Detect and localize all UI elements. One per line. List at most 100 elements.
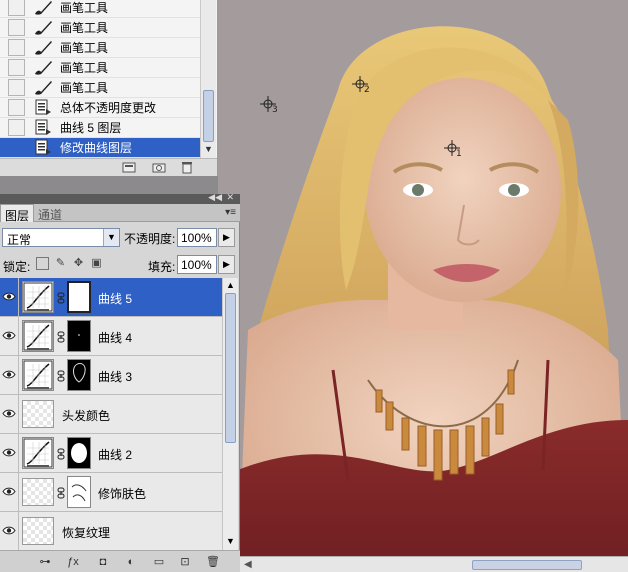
panel-titlebar[interactable]: ◀◀ ✕ [0, 192, 240, 204]
scroll-down-icon[interactable]: ▼ [204, 144, 213, 154]
history-state[interactable]: 画笔工具 [0, 18, 200, 38]
layers-scrollbar[interactable]: ▲ ▼ [222, 278, 238, 550]
layer-name[interactable]: 曲线 4 [98, 329, 132, 346]
history-state[interactable]: 画笔工具 [0, 38, 200, 58]
layer-row[interactable]: 头发颜色 [0, 395, 222, 434]
history-source-checkbox[interactable] [8, 99, 25, 116]
layer-name[interactable]: 修饰肤色 [98, 485, 146, 502]
mask-link-icon[interactable] [57, 448, 65, 460]
visibility-eye-icon[interactable] [2, 291, 16, 302]
layer-name[interactable]: 头发颜色 [62, 407, 110, 424]
tab-channels[interactable]: 通道 [34, 204, 66, 222]
layer-row[interactable]: 修饰肤色 [0, 473, 222, 512]
history-source-checkbox[interactable] [8, 119, 25, 136]
color-sampler-1[interactable]: 1 [444, 140, 462, 159]
curves-adjustment-thumbnail[interactable] [22, 359, 54, 391]
scroll-down-icon[interactable]: ▼ [226, 536, 235, 546]
layer-thumbnail[interactable] [22, 400, 54, 428]
visibility-eye-icon[interactable] [2, 447, 16, 458]
history-state[interactable]: 画笔工具 [0, 58, 200, 78]
fill-slider-icon[interactable]: ▶ [218, 255, 235, 274]
blend-mode-select[interactable]: 正常 ▼ [2, 228, 120, 247]
history-state[interactable]: 总体不透明度更改 [0, 98, 200, 118]
lock-pixels-brush-icon[interactable]: ✎ [54, 257, 67, 270]
history-state[interactable]: 修改曲线图层 [0, 138, 200, 158]
layer-row[interactable]: 曲线 4 [0, 317, 222, 356]
add-mask-icon[interactable]: ◘ [94, 555, 112, 569]
fx-icon[interactable]: ƒx [64, 555, 82, 569]
history-state[interactable]: 画笔工具 [0, 0, 200, 18]
scroll-left-icon[interactable]: ◀ [244, 559, 252, 570]
layer-mask-thumbnail[interactable] [67, 359, 91, 391]
new-snapshot-icon[interactable] [152, 161, 166, 174]
new-layer-icon[interactable]: ⊡ [176, 555, 194, 569]
history-state[interactable]: 曲线 5 图层 [0, 118, 200, 138]
opacity-field[interactable]: 100% [177, 228, 217, 247]
curves-adjustment-thumbnail[interactable] [22, 281, 54, 313]
curves-adjustment-thumbnail[interactable] [22, 437, 54, 469]
history-source-checkbox[interactable] [8, 59, 25, 76]
color-sampler-3[interactable]: 3 [260, 96, 278, 115]
layer-thumbnail[interactable] [22, 478, 54, 506]
history-source-checkbox[interactable] [8, 79, 25, 96]
layer-name[interactable]: 曲线 2 [98, 446, 132, 463]
color-sampler-2[interactable]: 2 [352, 76, 370, 95]
trash-icon[interactable]: 🗑 [204, 555, 222, 569]
scrollbar-thumb[interactable] [472, 560, 582, 570]
portrait-photo [218, 0, 628, 572]
visibility-eye-icon[interactable] [2, 330, 16, 341]
lock-all-icon[interactable]: ▣ [90, 257, 103, 270]
layer-thumbnail[interactable] [22, 517, 54, 545]
layer-row[interactable]: 曲线 3 [0, 356, 222, 395]
trash-icon[interactable] [180, 161, 194, 174]
layer-mask-thumbnail[interactable] [67, 320, 91, 352]
lock-transparent-icon[interactable] [36, 257, 49, 270]
history-state-label: 画笔工具 [60, 41, 109, 55]
new-document-from-state-icon[interactable] [122, 161, 136, 174]
layer-mask-thumbnail[interactable] [67, 476, 91, 508]
history-scrollbar[interactable]: ▼ [200, 0, 216, 158]
history-source-checkbox[interactable] [8, 139, 25, 156]
mask-link-icon[interactable] [57, 487, 65, 499]
mask-link-icon[interactable] [57, 370, 65, 382]
layer-mask-thumbnail[interactable] [67, 281, 91, 313]
close-icon[interactable]: ✕ [226, 192, 234, 203]
lock-position-icon[interactable]: ✥ [72, 257, 85, 270]
layers-panel: ◀◀ ✕ 图层 通道 ▾≡ 正常 ▼ 不透明度: 100% ▶ 锁定: ✎ ✥ … [0, 192, 240, 572]
scroll-up-icon[interactable]: ▲ [226, 280, 235, 290]
layer-row[interactable]: 恢复纹理 [0, 512, 222, 550]
fill-field[interactable]: 100% [177, 255, 217, 274]
layer-row[interactable]: 曲线 2 [0, 434, 222, 473]
layer-row[interactable]: 曲线 5 [0, 278, 222, 317]
tab-layers[interactable]: 图层 [0, 204, 35, 223]
scrollbar-thumb[interactable] [203, 90, 214, 142]
new-group-icon[interactable]: ▭ [150, 555, 168, 569]
opacity-slider-icon[interactable]: ▶ [218, 228, 235, 247]
scrollbar-thumb[interactable] [225, 293, 236, 443]
document-canvas[interactable]: 1 2 3 [218, 0, 628, 572]
visibility-eye-icon[interactable] [2, 486, 16, 497]
history-source-checkbox[interactable] [8, 19, 25, 36]
history-source-checkbox[interactable] [8, 39, 25, 56]
collapse-icon[interactable]: ◀◀ [208, 192, 222, 203]
curves-adjustment-thumbnail[interactable] [22, 320, 54, 352]
layer-mask-thumbnail[interactable] [67, 437, 91, 469]
divider [18, 512, 19, 550]
fill-label: 填充: [148, 260, 176, 274]
history-source-checkbox[interactable] [8, 0, 25, 16]
layer-name[interactable]: 曲线 5 [98, 290, 132, 307]
canvas-horizontal-scrollbar[interactable]: ◀ [240, 556, 628, 572]
layer-name[interactable]: 恢复纹理 [62, 524, 110, 541]
adjustment-layer-icon[interactable]: ◐ [122, 555, 140, 569]
chevron-down-icon[interactable]: ▼ [103, 229, 119, 246]
mask-link-icon[interactable] [57, 331, 65, 343]
mask-link-icon[interactable] [57, 292, 65, 304]
history-state[interactable]: 画笔工具 [0, 78, 200, 98]
visibility-eye-icon[interactable] [2, 369, 16, 380]
visibility-eye-icon[interactable] [2, 525, 16, 536]
visibility-eye-icon[interactable] [2, 408, 16, 419]
history-state-label: 画笔工具 [60, 1, 109, 15]
link-layers-icon[interactable]: ⊶ [36, 555, 54, 569]
layer-name[interactable]: 曲线 3 [98, 368, 132, 385]
panel-menu-icon[interactable]: ▾≡ [225, 207, 236, 218]
